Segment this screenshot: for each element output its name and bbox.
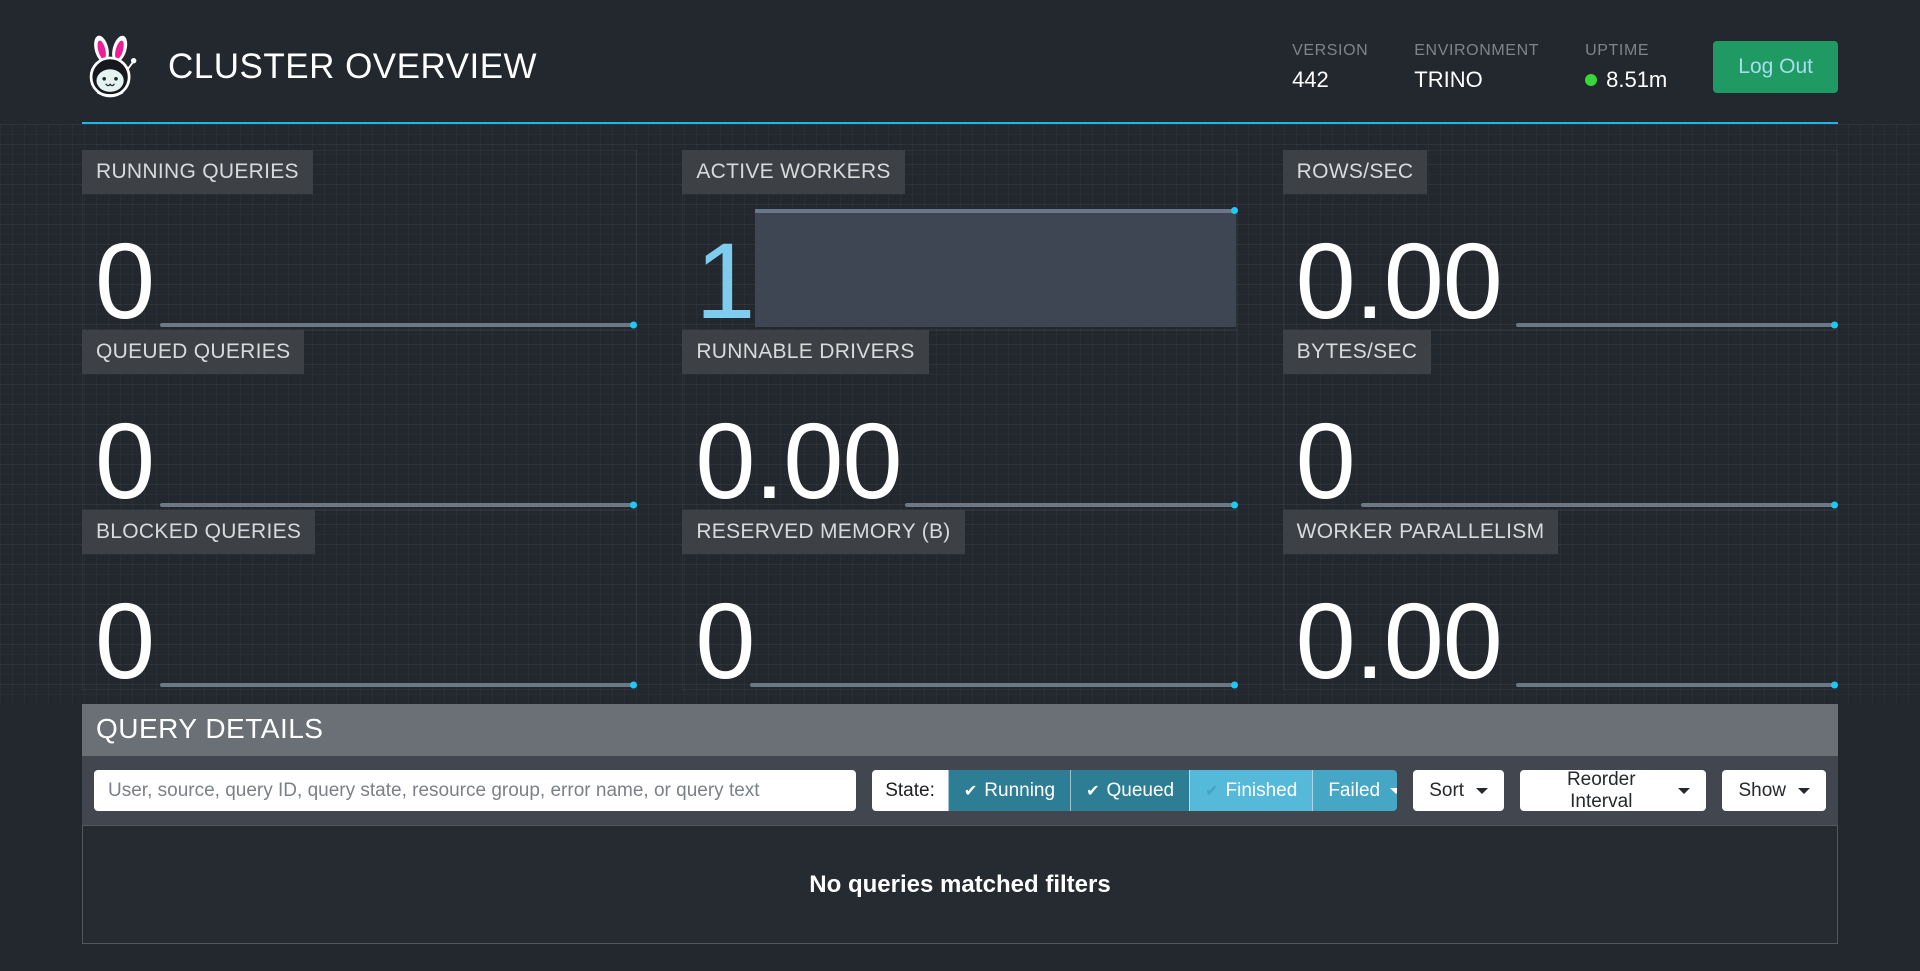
chevron-down-icon (1798, 788, 1810, 794)
environment-stat: ENVIRONMENT TRINO (1414, 42, 1539, 93)
metric-value-running-queries: 0 (95, 227, 154, 335)
version-stat: VERSION 442 (1292, 42, 1368, 93)
state-filter-label-text: Failed (1328, 780, 1380, 802)
metric-label-queued-queries: QUEUED QUERIES (82, 330, 304, 374)
state-filter-label-text: Finished (1226, 780, 1298, 802)
version-label: VERSION (1292, 42, 1368, 60)
metric-label-active-workers: ACTIVE WORKERS (682, 150, 904, 194)
check-icon: ✔ (1205, 781, 1218, 801)
metric-label-reserved-memory: RESERVED MEMORY (B) (682, 510, 964, 554)
sparkline-worker-parallelism (1516, 683, 1836, 687)
page-title: CLUSTER OVERVIEW (168, 47, 537, 87)
metric-label-runnable-drivers: RUNNABLE DRIVERS (682, 330, 928, 374)
sparkline-blocked-queries (160, 683, 635, 687)
show-dropdown-button[interactable]: Show (1722, 770, 1826, 811)
metric-value-worker-parallelism: 0.00 (1296, 587, 1502, 695)
sparkline-bytes-sec (1361, 503, 1836, 507)
check-icon: ✔ (1086, 781, 1099, 801)
state-filter-group: State: ✔ Running ✔ Queued ✔ Finished Failed (872, 770, 1397, 811)
empty-message: No queries matched filters (809, 871, 1110, 899)
state-filter-label: State: (872, 770, 948, 811)
metric-card-worker-parallelism: WORKER PARALLELISM 0.00 (1283, 510, 1838, 690)
app-header: CLUSTER OVERVIEW VERSION 442 ENVIRONMENT… (0, 0, 1920, 124)
sparkline-queued-queries (160, 503, 635, 507)
sparkline-runnable-drivers (905, 503, 1236, 507)
metric-value-runnable-drivers: 0.00 (695, 407, 901, 515)
header-accent-divider (82, 122, 1838, 124)
metric-value-reserved-memory: 0 (695, 587, 754, 695)
metric-label-running-queries: RUNNING QUERIES (82, 150, 313, 194)
uptime-label: UPTIME (1585, 42, 1667, 60)
metric-label-rows-sec: ROWS/SEC (1283, 150, 1428, 194)
state-filter-finished-button[interactable]: ✔ Finished (1189, 770, 1312, 811)
metric-card-reserved-memory: RESERVED MEMORY (B) 0 (682, 510, 1237, 690)
metric-card-running-queries: RUNNING QUERIES 0 (82, 150, 637, 330)
uptime-value: 8.51m (1606, 67, 1667, 93)
environment-value: TRINO (1414, 67, 1539, 93)
state-filter-label-text: Queued (1106, 780, 1174, 802)
query-details-section: QUERY DETAILS State: ✔ Running ✔ Queued ✔ Fin… (82, 704, 1838, 944)
logout-button[interactable]: Log Out (1713, 41, 1838, 93)
metric-value-active-workers: 1 (695, 227, 754, 335)
metric-value-bytes-sec: 0 (1296, 407, 1355, 515)
sparkline-rows-sec (1516, 323, 1836, 327)
header-status-area: VERSION 442 ENVIRONMENT TRINO UPTIME 8.5… (1292, 41, 1838, 93)
uptime-status-dot-icon (1585, 74, 1597, 86)
chevron-down-icon (1476, 788, 1488, 794)
query-list-empty-state: No queries matched filters (82, 825, 1838, 944)
trino-bunny-logo[interactable] (82, 34, 140, 100)
state-filter-queued-button[interactable]: ✔ Queued (1070, 770, 1189, 811)
metric-label-bytes-sec: BYTES/SEC (1283, 330, 1432, 374)
sparkline-running-queries (160, 323, 635, 327)
brand: CLUSTER OVERVIEW (82, 34, 537, 100)
metric-card-active-workers: ACTIVE WORKERS 1 (682, 150, 1237, 330)
metrics-grid: RUNNING QUERIES 0 ACTIVE WORKERS 1 ROWS/… (82, 150, 1838, 690)
reorder-interval-dropdown-button[interactable]: Reorder Interval (1520, 770, 1706, 811)
trino-bunny-logo-icon (82, 34, 140, 100)
metric-label-blocked-queries: BLOCKED QUERIES (82, 510, 315, 554)
state-filter-failed-button[interactable]: Failed (1312, 770, 1397, 811)
query-details-title: QUERY DETAILS (82, 704, 1838, 756)
metric-card-blocked-queries: BLOCKED QUERIES 0 (82, 510, 637, 690)
state-filter-running-button[interactable]: ✔ Running (948, 770, 1070, 811)
metric-value-rows-sec: 0.00 (1296, 227, 1502, 335)
check-icon: ✔ (964, 781, 977, 801)
metric-value-queued-queries: 0 (95, 407, 154, 515)
sort-dropdown-button[interactable]: Sort (1413, 770, 1504, 811)
chevron-down-icon (1390, 788, 1397, 794)
metric-card-queued-queries: QUEUED QUERIES 0 (82, 330, 637, 510)
metric-card-bytes-sec: BYTES/SEC 0 (1283, 330, 1838, 510)
metric-card-runnable-drivers: RUNNABLE DRIVERS 0.00 (682, 330, 1237, 510)
query-search-input[interactable] (94, 770, 856, 811)
version-value: 442 (1292, 67, 1368, 93)
state-filter-label-text: Running (984, 780, 1055, 802)
query-details-toolbar: State: ✔ Running ✔ Queued ✔ Finished Failed So… (82, 756, 1838, 825)
sparkline-active-workers (755, 209, 1235, 327)
metric-value-blocked-queries: 0 (95, 587, 154, 695)
metric-card-rows-sec: ROWS/SEC 0.00 (1283, 150, 1838, 330)
metric-label-worker-parallelism: WORKER PARALLELISM (1283, 510, 1559, 554)
environment-label: ENVIRONMENT (1414, 42, 1539, 60)
uptime-stat: UPTIME 8.51m (1585, 42, 1667, 93)
cluster-hud: RUNNING QUERIES 0 ACTIVE WORKERS 1 ROWS/… (0, 124, 1920, 704)
chevron-down-icon (1678, 788, 1690, 794)
sparkline-reserved-memory (750, 683, 1236, 687)
